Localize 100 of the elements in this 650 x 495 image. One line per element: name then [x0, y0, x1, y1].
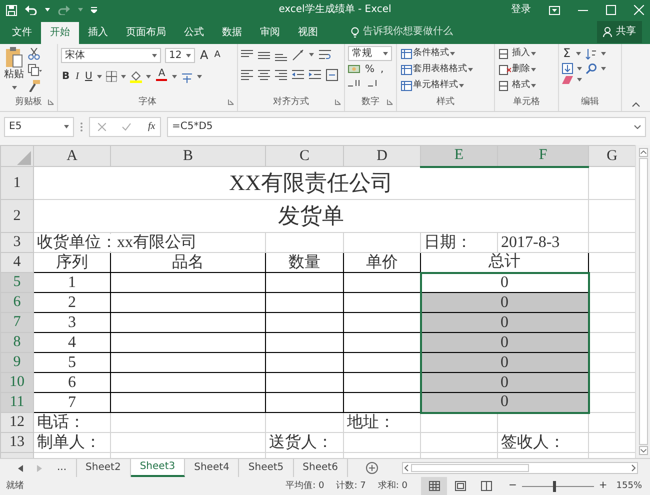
comma-button[interactable]: ,: [380, 62, 385, 77]
fill-color-icon[interactable]: [130, 70, 142, 82]
caret-icon[interactable]: [152, 54, 157, 58]
row-header[interactable]: 10: [0, 372, 34, 392]
caret-icon[interactable]: [186, 54, 191, 58]
column-header[interactable]: D: [344, 146, 420, 166]
cut-icon[interactable]: [28, 48, 40, 60]
increase-decimal-icon[interactable]: [348, 78, 360, 88]
row-header[interactable]: 2: [0, 200, 34, 232]
scrollbar-thumb[interactable]: [638, 158, 648, 445]
expand-icon[interactable]: [634, 125, 641, 129]
phonetic-icon[interactable]: [181, 70, 194, 82]
percent-button[interactable]: %: [364, 62, 376, 77]
conditional-formatting-button[interactable]: 条件格式: [400, 46, 474, 61]
caret-icon[interactable]: [383, 52, 388, 56]
column-header[interactable]: F: [498, 146, 588, 166]
caret-icon[interactable]: [64, 125, 69, 129]
caret-icon[interactable]: [172, 74, 178, 78]
orientation-icon[interactable]: [292, 49, 304, 61]
sort-filter-icon[interactable]: [584, 48, 597, 60]
row-header[interactable]: 6: [0, 292, 34, 312]
copy-icon[interactable]: [28, 64, 42, 76]
row-header[interactable]: 3: [0, 232, 34, 252]
wrap-text-icon[interactable]: [319, 49, 331, 61]
font-name-field[interactable]: 宋体: [61, 48, 161, 63]
sheet-tab[interactable]: Sheet3: [130, 459, 186, 477]
ribbon-tab[interactable]: 页面布局: [117, 22, 175, 44]
cell-styles-button[interactable]: 单元格样式: [400, 78, 474, 93]
name-box[interactable]: E5: [4, 117, 74, 137]
caret-icon[interactable]: [468, 68, 473, 72]
merge-center-icon[interactable]: [326, 69, 338, 81]
align-left-icon[interactable]: [241, 69, 253, 81]
column-header[interactable]: E: [420, 146, 498, 166]
zoom-out-button[interactable]: −: [507, 478, 518, 494]
decrease-indent-icon[interactable]: [292, 69, 304, 81]
scrollbar-thumb[interactable]: [411, 464, 529, 472]
dialog-launcher-icon[interactable]: [48, 99, 54, 105]
scroll-left-icon[interactable]: [403, 464, 411, 472]
dialog-launcher-icon[interactable]: [387, 99, 393, 105]
insert-button[interactable]: 插入: [498, 46, 537, 61]
scroll-down-icon[interactable]: [638, 446, 648, 455]
zoom-slider[interactable]: [552, 480, 556, 492]
paste-button[interactable]: 粘贴: [3, 46, 25, 86]
add-sheet-icon[interactable]: [366, 462, 378, 474]
caret-icon[interactable]: [97, 74, 102, 78]
delete-button[interactable]: 删除: [498, 62, 537, 77]
column-header[interactable]: B: [110, 146, 266, 166]
format-painter-icon[interactable]: [28, 80, 40, 92]
row-header[interactable]: 1: [0, 166, 34, 200]
view-button[interactable]: [421, 477, 448, 495]
row-header[interactable]: 4: [0, 252, 34, 272]
caret-icon[interactable]: [531, 84, 536, 88]
row-header[interactable]: 7: [0, 312, 34, 332]
ribbon-display-icon[interactable]: [549, 6, 560, 14]
tell-me-field[interactable]: 告诉我你想要做什么: [363, 26, 453, 38]
font-color-button[interactable]: A: [155, 69, 168, 84]
row-header[interactable]: 13: [0, 432, 34, 452]
shrink-font-button[interactable]: A: [213, 48, 222, 63]
grow-font-button[interactable]: A: [199, 48, 210, 63]
caret-icon[interactable]: [450, 52, 455, 56]
row-header[interactable]: 12: [0, 412, 34, 432]
undo-icon[interactable]: [25, 5, 37, 15]
customize-icon[interactable]: [91, 7, 97, 13]
caret-icon[interactable]: [146, 74, 152, 78]
lightbulb-icon[interactable]: [351, 26, 359, 38]
formula-field[interactable]: =C5*D5: [167, 117, 646, 137]
ribbon-tab[interactable]: 文件: [3, 22, 41, 44]
dialog-launcher-icon[interactable]: [335, 99, 341, 105]
save-icon[interactable]: [6, 4, 17, 16]
ribbon-tab[interactable]: 数据: [213, 22, 251, 44]
caret-icon[interactable]: [45, 8, 50, 12]
font-size-field[interactable]: 12: [165, 48, 195, 63]
scroll-right-icon[interactable]: [629, 464, 637, 472]
caret-icon[interactable]: [577, 78, 582, 82]
caret-icon[interactable]: [121, 74, 126, 78]
zoom-in-button[interactable]: +: [598, 478, 608, 494]
caret-icon[interactable]: [309, 53, 314, 57]
row-header[interactable]: 11: [0, 392, 34, 412]
ribbon-tab[interactable]: 插入: [79, 22, 117, 44]
close-icon[interactable]: [634, 5, 644, 15]
format-button[interactable]: 格式: [498, 78, 537, 93]
row-header[interactable]: 9: [0, 352, 34, 372]
more-sheets-button[interactable]: ...: [56, 460, 68, 476]
autosum-button[interactable]: Σ: [562, 46, 572, 61]
increase-indent-icon[interactable]: [309, 69, 321, 81]
ribbon-tab[interactable]: 视图: [289, 22, 327, 44]
insert-function-button[interactable]: fx: [147, 120, 156, 134]
align-center-icon[interactable]: [258, 69, 270, 81]
ribbon-tab[interactable]: 开始: [41, 22, 79, 44]
caret-icon[interactable]: [576, 52, 581, 56]
sign-in-link[interactable]: 登录: [511, 4, 531, 16]
currency-icon[interactable]: [348, 65, 360, 74]
caret-icon[interactable]: [600, 52, 606, 56]
caret-icon[interactable]: [601, 66, 606, 70]
caret-icon[interactable]: [531, 68, 536, 72]
align-middle-icon[interactable]: [258, 49, 270, 61]
number-format-field[interactable]: 常规: [348, 46, 392, 61]
caret-icon[interactable]: [12, 86, 16, 90]
ribbon-tab[interactable]: 审阅: [251, 22, 289, 44]
underline-button[interactable]: U: [84, 69, 94, 84]
